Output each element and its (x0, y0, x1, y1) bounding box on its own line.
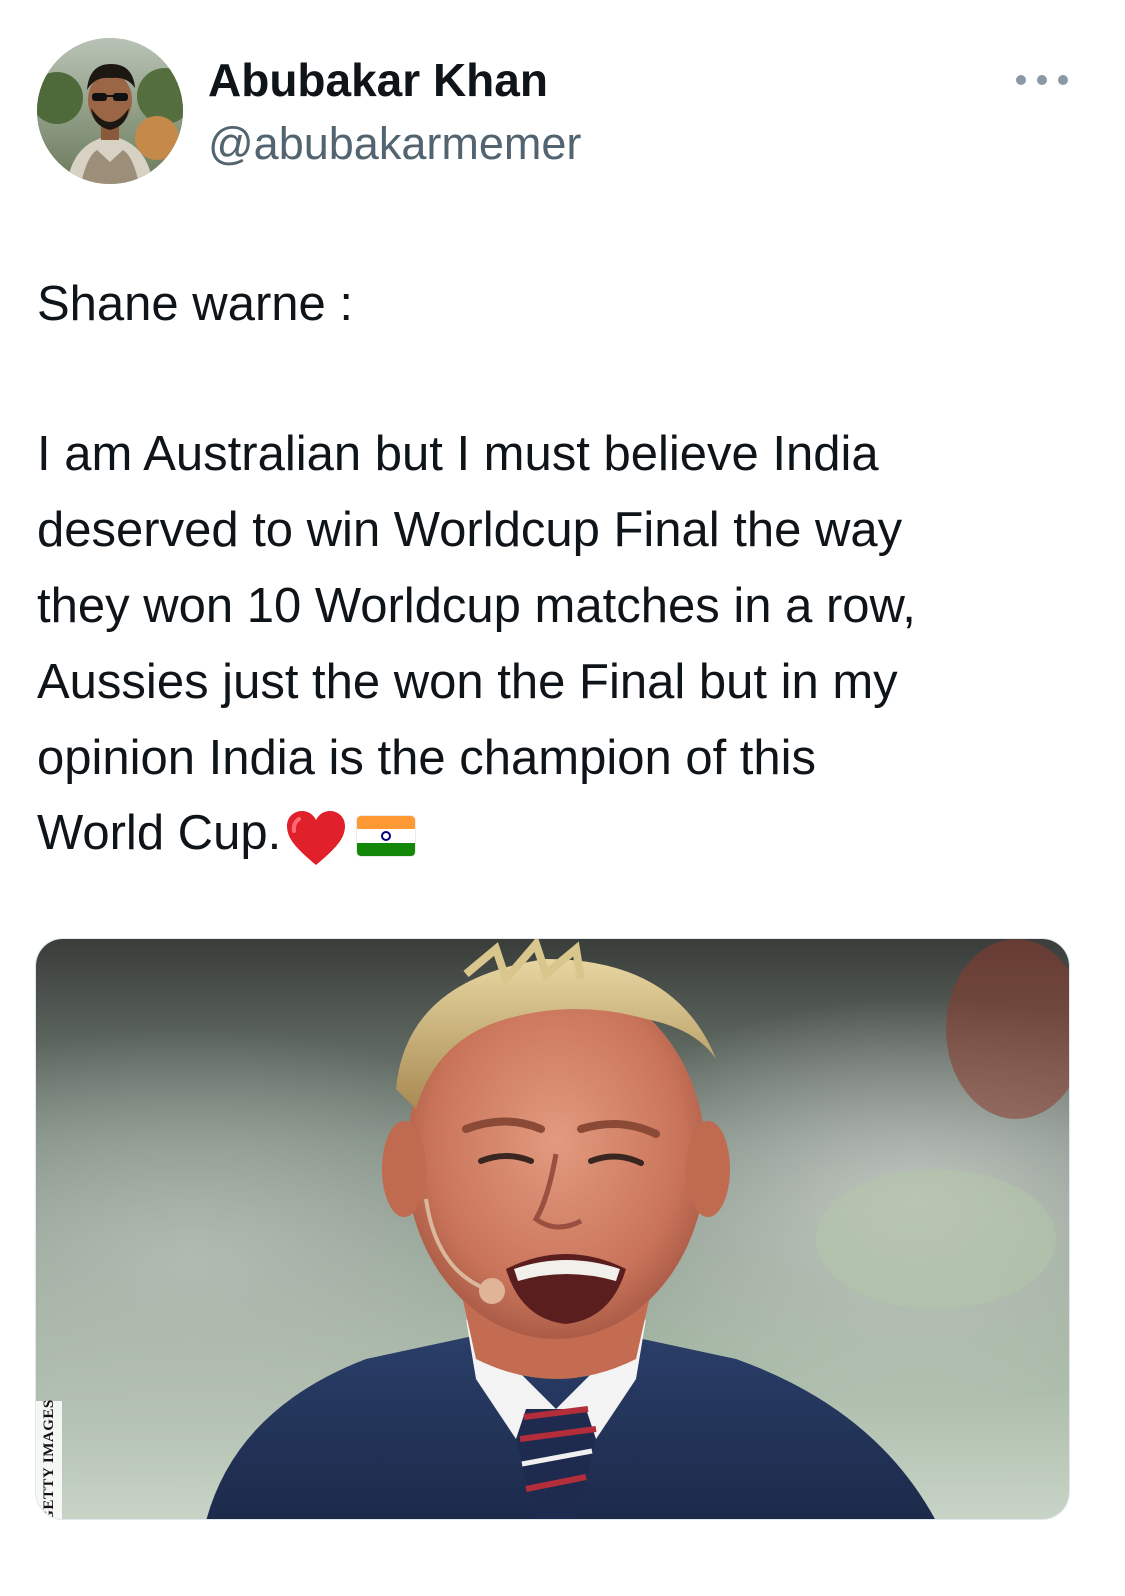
author-avatar[interactable] (37, 38, 183, 184)
heart-icon (287, 811, 346, 866)
watermark-text: GETTY IMAGES (40, 1398, 57, 1520)
tweet-text-line: Shane warne : (37, 277, 353, 331)
india-flag-icon (357, 816, 416, 857)
tweet-text-line: opinion India is the champion of this (37, 731, 817, 785)
author-display-name[interactable]: Abubakar Khan (208, 52, 548, 108)
photo-illustration (36, 939, 1069, 1519)
tweet-text-last-line: World Cup. (37, 803, 416, 867)
tweet-text-line: they won 10 Worldcup matches in a row, (37, 579, 916, 633)
tweet-text-line: World Cup. (37, 806, 282, 860)
avatar-photo (37, 38, 183, 184)
tweet: Abubakar Khan @abubakarmemer Shane warne… (0, 0, 1125, 1596)
more-options-icon[interactable] (1016, 66, 1068, 94)
emoji-group (285, 805, 416, 867)
dot (1058, 75, 1068, 85)
author-handle[interactable]: @abubakarmemer (208, 116, 581, 172)
dot (1016, 75, 1026, 85)
tweet-text-line: deserved to win Worldcup Final the way (37, 503, 903, 557)
tweet-text-line: I am Australian but I must believe India (37, 427, 879, 481)
tweet-media-photo[interactable]: GETTY IMAGES (35, 938, 1070, 1520)
getty-watermark: GETTY IMAGES (36, 1398, 62, 1520)
tweet-text-line: Aussies just the won the Final but in my (37, 655, 898, 709)
dot (1037, 75, 1047, 85)
